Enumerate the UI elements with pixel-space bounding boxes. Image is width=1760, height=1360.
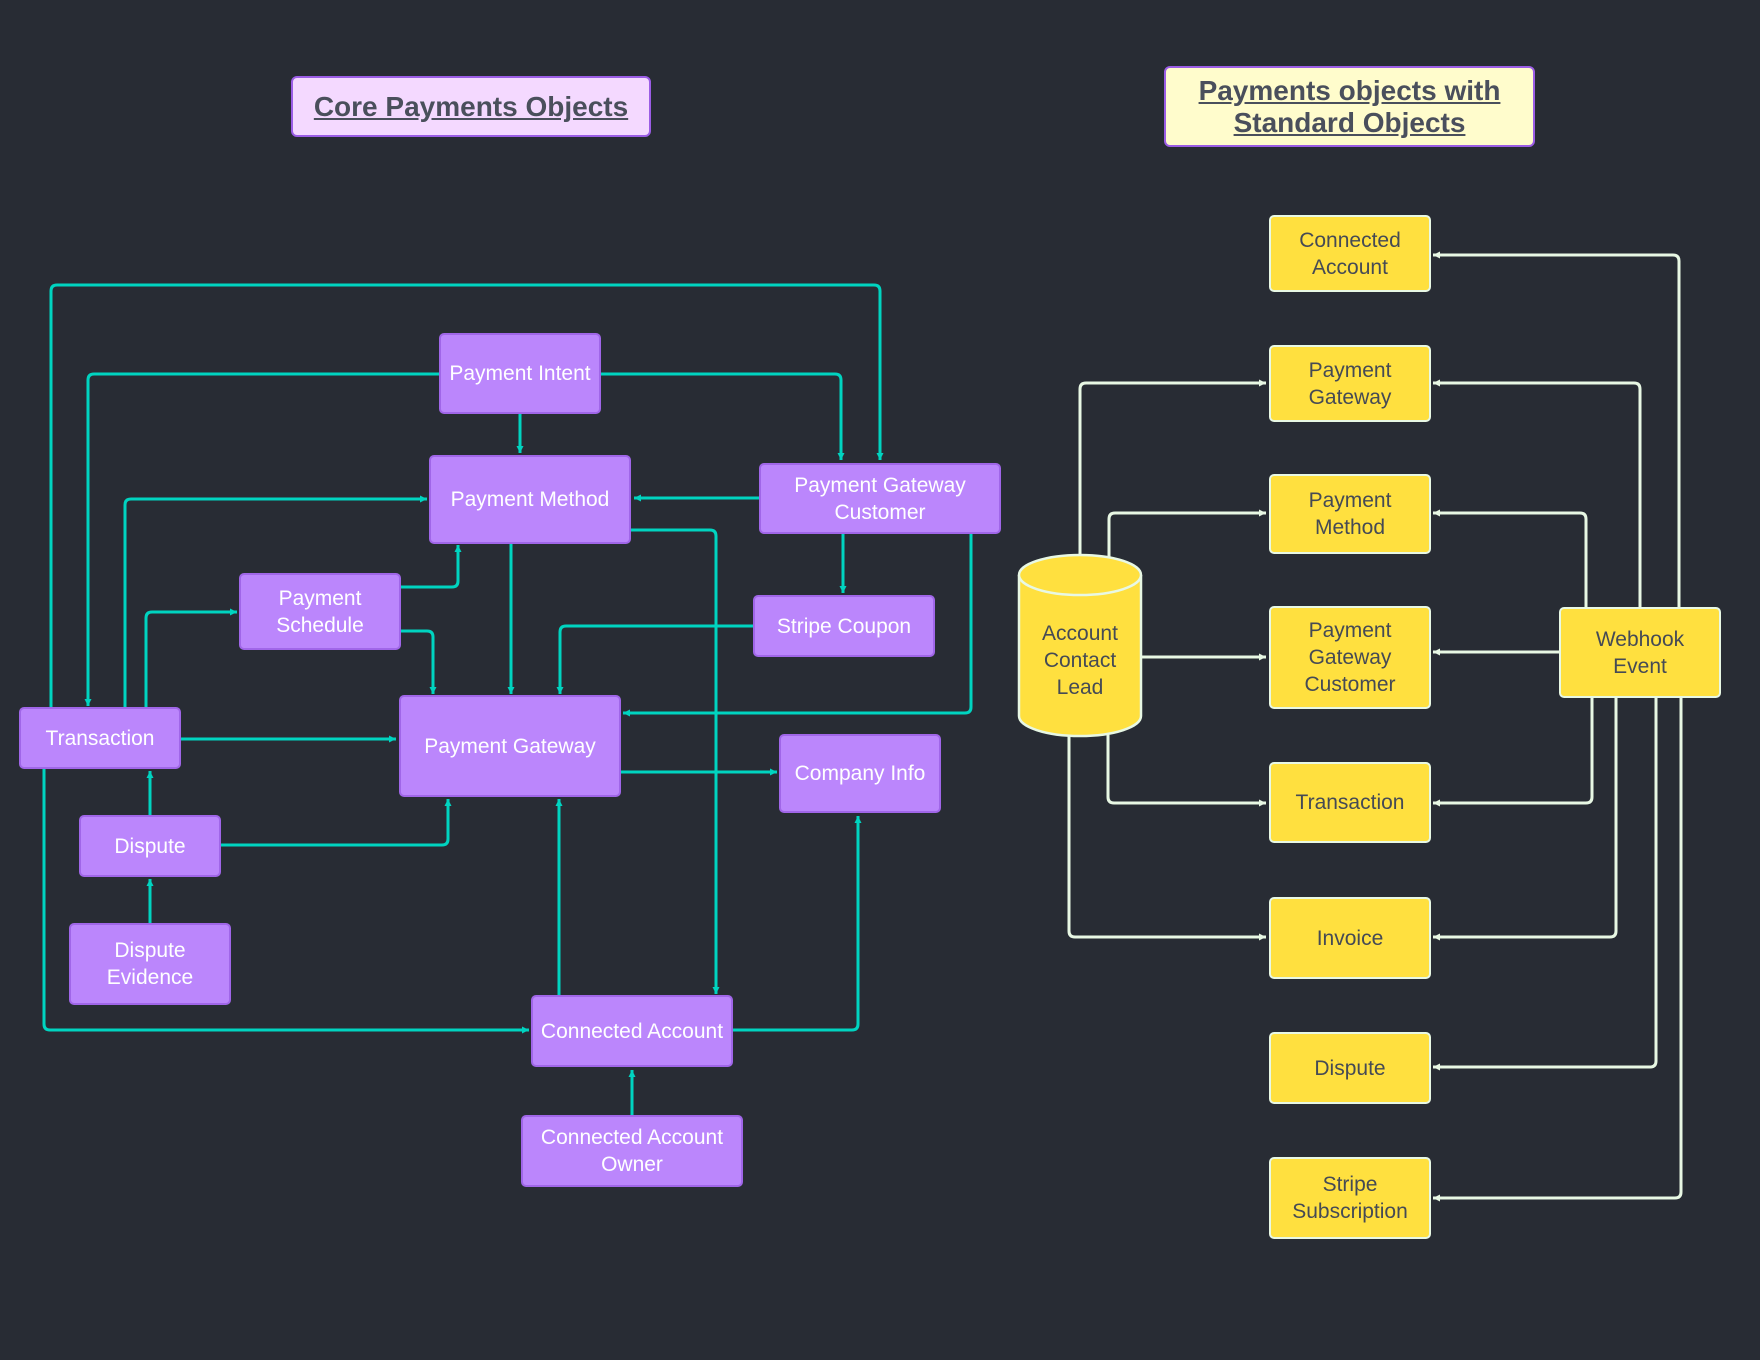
std-node-webhook-event[interactable]: Webhook Event bbox=[1559, 607, 1721, 698]
standard-edge-9 bbox=[1433, 698, 1594, 807]
node-payment-intent[interactable]: Payment Intent bbox=[439, 333, 601, 414]
node-dispute[interactable]: Dispute bbox=[79, 815, 221, 877]
std-node-transaction[interactable]: Transaction bbox=[1269, 762, 1431, 843]
std-node-payment-method[interactable]: Payment Method bbox=[1269, 474, 1431, 554]
std-node-stripe-subscription[interactable]: Stripe Subscription bbox=[1269, 1157, 1431, 1239]
core-title: Core Payments Objects bbox=[291, 76, 651, 137]
core-edge-18 bbox=[220, 799, 452, 847]
standard-edge-6 bbox=[1433, 379, 1642, 607]
standard-edge-3 bbox=[1106, 735, 1266, 807]
node-payment-gateway-customer[interactable]: Payment Gateway Customer bbox=[759, 463, 1001, 534]
diagram-canvas: Core Payments Objects Payments objects w… bbox=[0, 0, 1760, 1360]
connectors-layer bbox=[42, 251, 1683, 1202]
cylinder-top bbox=[1017, 553, 1143, 597]
core-edge-11 bbox=[400, 545, 462, 589]
core-edge-1 bbox=[600, 372, 845, 460]
standard-edge-10 bbox=[1433, 698, 1618, 941]
node-connected-account[interactable]: Connected Account bbox=[531, 995, 733, 1067]
core-edge-14 bbox=[630, 528, 720, 994]
std-node-dispute[interactable]: Dispute bbox=[1269, 1032, 1431, 1104]
core-edge-12 bbox=[400, 629, 437, 694]
standard-edge-4 bbox=[1067, 736, 1266, 941]
node-stripe-coupon[interactable]: Stripe Coupon bbox=[753, 595, 935, 657]
core-edge-21 bbox=[732, 816, 862, 1032]
node-payment-schedule[interactable]: Payment Schedule bbox=[239, 573, 401, 650]
node-payment-method[interactable]: Payment Method bbox=[429, 455, 631, 544]
standard-edge-11 bbox=[1433, 698, 1658, 1071]
std-node-payment-gateway[interactable]: Payment Gateway bbox=[1269, 345, 1431, 422]
standard-title: Payments objects with Standard Objects bbox=[1164, 66, 1535, 147]
node-transaction[interactable]: Transaction bbox=[19, 707, 181, 769]
node-connected-account-owner[interactable]: Connected Account Owner bbox=[521, 1115, 743, 1187]
node-dispute-evidence[interactable]: Dispute Evidence bbox=[69, 923, 231, 1005]
core-edge-2 bbox=[84, 372, 440, 706]
std-node-payment-gateway-customer[interactable]: Payment Gateway Customer bbox=[1269, 606, 1431, 709]
core-edge-5 bbox=[144, 608, 237, 708]
std-node-connected-account[interactable]: Connected Account bbox=[1269, 215, 1431, 292]
core-edge-15 bbox=[556, 624, 753, 694]
node-payment-gateway[interactable]: Payment Gateway bbox=[399, 695, 621, 797]
std-node-account-contact-lead-label: Account Contact Lead bbox=[1042, 621, 1118, 699]
node-company-info[interactable]: Company Info bbox=[779, 734, 941, 813]
std-node-invoice[interactable]: Invoice bbox=[1269, 897, 1431, 979]
standard-edge-7 bbox=[1433, 509, 1588, 607]
standard-edge-12 bbox=[1433, 698, 1683, 1202]
standard-edge-1 bbox=[1107, 509, 1266, 558]
standard-edge-5 bbox=[1433, 251, 1681, 607]
